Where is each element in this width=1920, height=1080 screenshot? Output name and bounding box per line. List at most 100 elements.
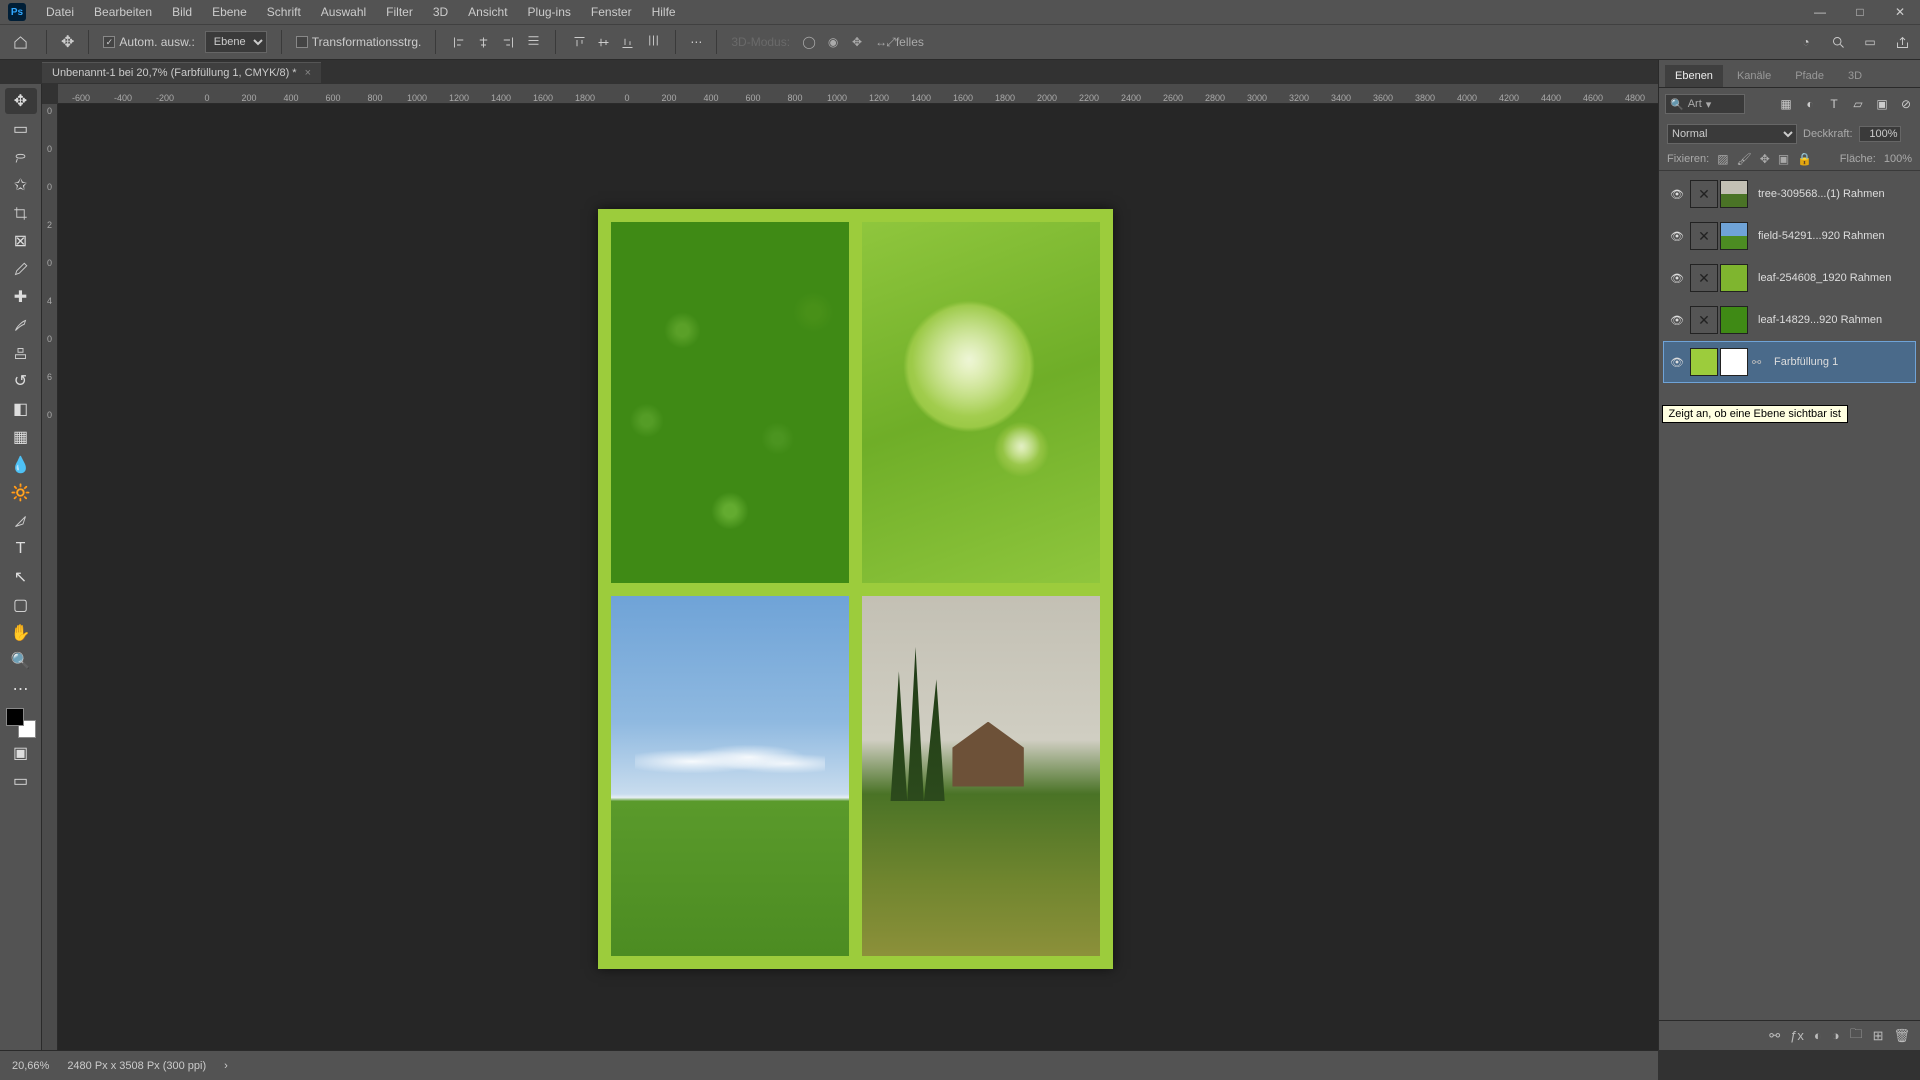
layer-thumbnail[interactable] (1720, 222, 1748, 250)
layer-name[interactable]: tree-309568...(1) Rahmen (1758, 188, 1911, 200)
align-center-h-icon[interactable] (474, 33, 492, 51)
menu-plugins[interactable]: Plug-ins (518, 0, 581, 24)
history-brush-tool[interactable]: ↺ (5, 368, 37, 394)
menu-datei[interactable]: Datei (36, 0, 84, 24)
search-icon[interactable] (1828, 32, 1848, 52)
layer-row[interactable]: 👁⚯Farbfüllung 1 (1663, 341, 1916, 383)
menu-schrift[interactable]: Schrift (257, 0, 311, 24)
type-tool[interactable]: T (5, 536, 37, 562)
align-bottom-icon[interactable] (618, 33, 636, 51)
new-layer-icon[interactable]: ⊞ (1873, 1028, 1884, 1044)
home-button[interactable] (8, 30, 32, 54)
blend-mode-dropdown[interactable]: Normal (1667, 124, 1797, 144)
shape-tool[interactable]: ▢ (5, 592, 37, 618)
filter-shape-icon[interactable]: ▱ (1850, 96, 1866, 112)
layer-name[interactable]: Farbfüllung 1 (1774, 356, 1911, 368)
link-layers-icon[interactable]: ⚯ (1769, 1028, 1780, 1044)
zoom-tool[interactable]: 🔍 (5, 648, 37, 674)
layer-row[interactable]: 👁 field-54291...920 Rahmen (1663, 215, 1916, 257)
crop-tool[interactable] (5, 200, 37, 226)
window-maximize-button[interactable]: □ (1840, 0, 1880, 24)
transform-controls-checkbox[interactable]: Transformationsstrg. (296, 35, 422, 49)
menu-bild[interactable]: Bild (162, 0, 202, 24)
lock-all-icon[interactable]: 🔒 (1797, 152, 1812, 166)
layer-row[interactable]: 👁leaf-254608_1920 Rahmen (1663, 257, 1916, 299)
blur-tool[interactable]: 💧 (5, 452, 37, 478)
filter-type-icon[interactable]: T (1826, 96, 1842, 112)
layer-name[interactable]: field-54291...920 Rahmen (1758, 230, 1911, 242)
frame-tool[interactable]: ⊠ (5, 228, 37, 254)
filter-smart-icon[interactable]: ▣ (1874, 96, 1890, 112)
window-close-button[interactable]: ✕ (1880, 0, 1920, 24)
cloud-docs-icon[interactable]: ◔ (1796, 32, 1816, 52)
distribute-icon[interactable] (526, 33, 541, 51)
layer-filter-field[interactable]: 🔍 Art ▾ (1665, 94, 1745, 114)
layer-visibility-toggle[interactable]: 👁 (1668, 230, 1686, 243)
canvas-area[interactable] (58, 104, 1658, 1050)
layer-visibility-toggle[interactable]: 👁 (1668, 314, 1686, 327)
panel-tab-kanaele[interactable]: Kanäle (1727, 65, 1781, 87)
document-tab[interactable]: Unbenannt-1 bei 20,7% (Farbfüllung 1, CM… (42, 62, 321, 83)
marquee-tool[interactable]: ▭ (5, 116, 37, 142)
layer-visibility-toggle[interactable]: 👁 (1668, 356, 1686, 369)
layer-thumbnail[interactable] (1690, 306, 1718, 334)
frame-leaf-droplet[interactable] (862, 222, 1100, 583)
screenmode-toggle[interactable]: ▭ (5, 768, 37, 794)
menu-ebene[interactable]: Ebene (202, 0, 257, 24)
pen-tool[interactable] (5, 508, 37, 534)
frame-cabin-trees[interactable] (862, 596, 1100, 957)
layer-name[interactable]: leaf-14829...920 Rahmen (1758, 314, 1911, 326)
align-left-icon[interactable] (450, 33, 468, 51)
zoom-level[interactable]: 20,66% (12, 1060, 49, 1072)
opacity-value[interactable]: 100% (1859, 126, 1901, 142)
menu-bearbeiten[interactable]: Bearbeiten (84, 0, 162, 24)
foreground-color-swatch[interactable] (6, 708, 24, 726)
document-info[interactable]: 2480 Px x 3508 Px (300 ppi) (67, 1060, 206, 1072)
auto-select-target-dropdown[interactable]: Ebene (205, 31, 267, 53)
menu-3d[interactable]: 3D (423, 0, 458, 24)
panel-tab-pfade[interactable]: Pfade (1785, 65, 1834, 87)
layer-fx-icon[interactable]: ƒx (1790, 1028, 1804, 1043)
menu-hilfe[interactable]: Hilfe (642, 0, 686, 24)
layer-thumbnail[interactable] (1690, 222, 1718, 250)
layer-thumbnail[interactable] (1720, 180, 1748, 208)
adjustment-layer-icon[interactable]: ◑ (1832, 1028, 1840, 1043)
layer-thumbnail[interactable] (1690, 264, 1718, 292)
auto-select-checkbox[interactable]: ✓ Autom. ausw.: (103, 35, 194, 49)
align-right-icon[interactable] (498, 33, 516, 51)
panel-tab-ebenen[interactable]: Ebenen (1665, 65, 1723, 87)
layer-row[interactable]: 👁 leaf-14829...920 Rahmen (1663, 299, 1916, 341)
lock-position-icon[interactable]: ✥ (1760, 152, 1770, 166)
status-arrow-icon[interactable]: › (224, 1060, 228, 1072)
document-tab-close[interactable]: × (305, 67, 311, 79)
layer-visibility-toggle[interactable]: 👁 (1668, 188, 1686, 201)
eraser-tool[interactable]: ◧ (5, 396, 37, 422)
window-minimize-button[interactable]: — (1800, 0, 1840, 24)
frame-clover[interactable] (611, 222, 849, 583)
hand-tool[interactable]: ✋ (5, 620, 37, 646)
layer-thumbnail[interactable] (1690, 180, 1718, 208)
menu-fenster[interactable]: Fenster (581, 0, 642, 24)
layer-thumbnail[interactable] (1720, 348, 1748, 376)
layer-mask-icon[interactable]: ◐ (1814, 1028, 1822, 1043)
quickmask-toggle[interactable]: ▣ (5, 740, 37, 766)
eyedropper-tool[interactable] (5, 256, 37, 282)
workspace-icon[interactable]: ▭ (1860, 32, 1880, 52)
lasso-tool[interactable] (5, 144, 37, 170)
lock-transparency-icon[interactable]: ▨ (1717, 152, 1728, 166)
layer-name[interactable]: leaf-254608_1920 Rahmen (1758, 272, 1911, 284)
edit-toolbar[interactable]: ⋯ (5, 676, 37, 702)
layer-thumbnail[interactable] (1720, 264, 1748, 292)
delete-layer-icon[interactable]: 🗑 (1893, 1028, 1910, 1044)
horizontal-ruler[interactable]: -600-400-2000200400600800100012001400160… (58, 84, 1658, 104)
color-swatches[interactable] (6, 708, 36, 738)
wand-tool[interactable]: ✩ (5, 172, 37, 198)
frame-field-sky[interactable] (611, 596, 849, 957)
align-center-v-icon[interactable] (594, 33, 612, 51)
menu-filter[interactable]: Filter (376, 0, 423, 24)
filter-toggle-icon[interactable]: ⊘ (1898, 96, 1914, 112)
layer-thumbnail[interactable] (1720, 306, 1748, 334)
filter-pixel-icon[interactable]: ▦ (1778, 96, 1794, 112)
more-options-icon[interactable]: ⋯ (690, 35, 702, 49)
fill-value[interactable]: 100% (1884, 153, 1912, 165)
